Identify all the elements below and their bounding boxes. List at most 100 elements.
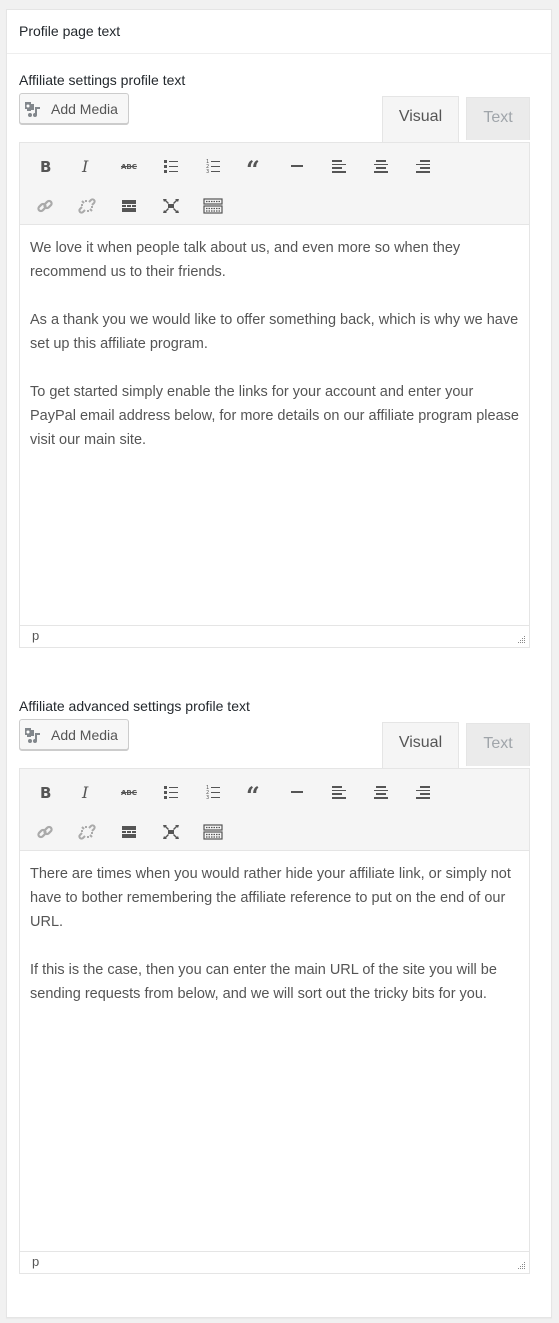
- remove-link-button[interactable]: [66, 188, 108, 224]
- svg-text:“: “: [246, 784, 260, 800]
- align-right-button[interactable]: [402, 148, 444, 184]
- unlink-icon: [78, 198, 96, 214]
- resize-handle-icon[interactable]: [516, 1260, 526, 1270]
- content-paragraph: If this is the case, then you can enter …: [30, 962, 497, 1002]
- tab-text[interactable]: Text: [466, 97, 530, 140]
- editor-mode-tabs: Visual Text: [382, 96, 530, 142]
- toolbar-toggle-button[interactable]: [192, 188, 234, 224]
- bullet-list-icon: [164, 786, 178, 799]
- read-more-button[interactable]: [108, 814, 150, 850]
- remove-link-button[interactable]: [66, 814, 108, 850]
- fullscreen-button[interactable]: [150, 814, 192, 850]
- editor-label: Affiliate advanced settings profile text: [19, 698, 250, 714]
- unlink-icon: [78, 824, 96, 840]
- toolbar-toggle-button[interactable]: [192, 814, 234, 850]
- horizontal-rule-icon: [291, 165, 303, 167]
- toolbar-row-2: [24, 186, 529, 226]
- toolbar-row-1: B I ABC 123 “: [24, 146, 529, 186]
- toolbar-row-2: [24, 812, 529, 852]
- bold-icon: B: [40, 784, 51, 800]
- editor-container: B I ABC 123 “: [19, 142, 530, 648]
- editor-mode-tabs: Visual Text: [382, 722, 530, 768]
- element-path[interactable]: p: [32, 1254, 39, 1269]
- editor-container: B I ABC 123 “: [19, 768, 530, 1274]
- align-right-button[interactable]: [402, 774, 444, 810]
- strikethrough-button[interactable]: ABC: [108, 774, 150, 810]
- editor-content-area[interactable]: We love it when people talk about us, an…: [20, 225, 529, 625]
- toolbar-row-1: B I ABC 123 “: [24, 772, 529, 812]
- content-paragraph: To get started simply enable the links f…: [30, 384, 519, 448]
- editor-toolbar: B I ABC 123 “: [20, 143, 529, 225]
- numbered-list-button[interactable]: 123: [192, 148, 234, 184]
- align-center-icon: [374, 786, 388, 799]
- tab-visual[interactable]: Visual: [382, 722, 459, 768]
- svg-text:3: 3: [206, 169, 209, 174]
- bold-icon: B: [40, 158, 51, 174]
- horizontal-rule-icon: [291, 791, 303, 793]
- align-left-button[interactable]: [318, 148, 360, 184]
- insert-link-button[interactable]: [24, 188, 66, 224]
- read-more-icon: [122, 826, 136, 838]
- strikethrough-icon: ABC: [121, 163, 137, 171]
- bullet-list-button[interactable]: [150, 774, 192, 810]
- affiliate-advanced-settings-editor: Affiliate advanced settings profile text…: [19, 697, 530, 1274]
- keyboard-toggle-icon: [203, 198, 223, 214]
- align-left-button[interactable]: [318, 774, 360, 810]
- bullet-list-icon: [164, 160, 178, 173]
- link-icon: [37, 825, 53, 839]
- element-path[interactable]: p: [32, 628, 39, 643]
- numbered-list-button[interactable]: 123: [192, 774, 234, 810]
- add-media-button[interactable]: Add Media: [19, 93, 129, 124]
- blockquote-icon: “: [246, 158, 260, 174]
- tab-text[interactable]: Text: [466, 723, 530, 766]
- editor-content-area[interactable]: There are times when you would rather hi…: [20, 851, 529, 1251]
- affiliate-settings-editor: Affiliate settings profile text Add Medi…: [19, 71, 530, 648]
- fullscreen-icon: [163, 825, 179, 839]
- add-media-label: Add Media: [51, 726, 118, 743]
- blockquote-button[interactable]: “: [234, 148, 276, 184]
- add-media-label: Add Media: [51, 100, 118, 117]
- tab-visual[interactable]: Visual: [382, 96, 459, 142]
- strikethrough-icon: ABC: [121, 789, 137, 797]
- resize-handle-icon[interactable]: [516, 634, 526, 644]
- bold-button[interactable]: B: [24, 774, 66, 810]
- align-center-icon: [374, 160, 388, 173]
- blockquote-button[interactable]: “: [234, 774, 276, 810]
- align-right-icon: [416, 160, 430, 173]
- svg-text:I: I: [81, 158, 89, 174]
- fullscreen-button[interactable]: [150, 188, 192, 224]
- content-paragraph: There are times when you would rather hi…: [30, 866, 511, 930]
- content-paragraph: As a thank you we would like to offer so…: [30, 312, 519, 352]
- numbered-list-icon: 123: [206, 159, 220, 174]
- editor-tools: Add Media Visual Text: [19, 93, 530, 142]
- link-icon: [37, 199, 53, 213]
- panel-title: Profile page text: [7, 10, 551, 54]
- bullet-list-button[interactable]: [150, 148, 192, 184]
- editor-statusbar: p: [20, 1251, 529, 1273]
- media-icon: [25, 101, 40, 117]
- italic-button[interactable]: I: [66, 774, 108, 810]
- insert-link-button[interactable]: [24, 814, 66, 850]
- horizontal-rule-button[interactable]: [276, 148, 318, 184]
- keyboard-toggle-icon: [203, 824, 223, 840]
- blockquote-icon: “: [246, 784, 260, 800]
- read-more-button[interactable]: [108, 188, 150, 224]
- read-more-icon: [122, 200, 136, 212]
- align-left-icon: [332, 160, 346, 173]
- align-center-button[interactable]: [360, 148, 402, 184]
- horizontal-rule-button[interactable]: [276, 774, 318, 810]
- fullscreen-icon: [163, 199, 179, 213]
- italic-button[interactable]: I: [66, 148, 108, 184]
- italic-icon: I: [81, 158, 89, 174]
- svg-text:“: “: [246, 158, 260, 174]
- align-center-button[interactable]: [360, 774, 402, 810]
- editor-toolbar: B I ABC 123 “: [20, 769, 529, 851]
- add-media-button[interactable]: Add Media: [19, 719, 129, 750]
- italic-icon: I: [81, 784, 89, 800]
- svg-text:I: I: [81, 784, 89, 800]
- bold-button[interactable]: B: [24, 148, 66, 184]
- editor-tools: Add Media Visual Text: [19, 719, 530, 768]
- profile-page-text-panel: Profile page text Affiliate settings pro…: [6, 9, 552, 1318]
- strikethrough-button[interactable]: ABC: [108, 148, 150, 184]
- align-right-icon: [416, 786, 430, 799]
